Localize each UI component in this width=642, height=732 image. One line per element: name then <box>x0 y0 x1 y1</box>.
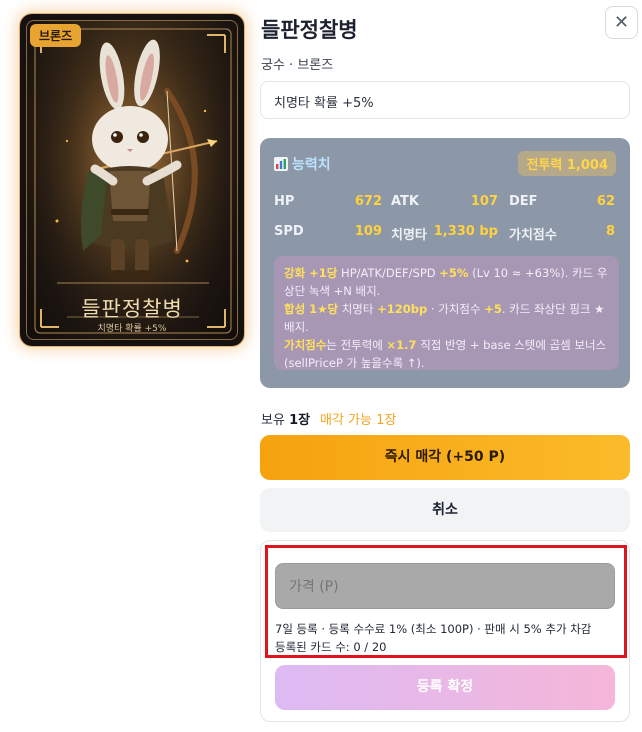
stat-value: 62 <box>596 194 615 209</box>
stat-label: 치명타 <box>391 228 427 243</box>
instant-sell-button[interactable]: 즉시 매각 (+50 P) <box>260 435 630 480</box>
stat-value: 109 <box>354 224 382 239</box>
sellable-count: 매각 가능 1장 <box>320 413 397 428</box>
stat-value: 1,330 bp <box>433 224 498 239</box>
listing-fee-note: 7일 등록 · 등록 수수료 1% (최소 100P) · 판매 시 5% 추가… <box>275 622 592 636</box>
rarity-badge: 브론즈 <box>30 24 82 47</box>
page-title: 들판정찰병 <box>261 18 358 42</box>
stat-value: 107 <box>470 194 498 209</box>
card-art-frame: 들판정찰병 치명타 확률 +5% <box>26 20 238 340</box>
stats-heading-label: 능력치 <box>292 157 331 173</box>
note-enhance: 강화 +1당 HP/ATK/DEF/SPD +5% (Lv 10 ≈ +63%)… <box>284 266 608 298</box>
close-icon: ✕ <box>613 12 630 33</box>
cancel-button[interactable]: 취소 <box>260 488 630 532</box>
card-image: 들판정찰병 치명타 확률 +5% 브론즈 <box>20 14 244 346</box>
note-fusion: 합성 1★당 치명타 +120bp · 가치점수 +5. 카드 좌상단 핑크 ★… <box>284 302 605 334</box>
stat-value: 8 <box>605 224 615 239</box>
stat-label: HP <box>274 194 295 209</box>
combat-power-badge: 전투력 1,004 <box>518 151 616 176</box>
stats-notes: 강화 +1당 HP/ATK/DEF/SPD +5% (Lv 10 ≈ +63%)… <box>274 256 619 370</box>
card-art-title: 들판정찰병 <box>81 297 183 321</box>
bar-chart-icon <box>274 157 288 171</box>
card-class-rarity: 궁수 · 브론즈 <box>261 58 334 73</box>
card-art-subtitle: 치명타 확률 +5% <box>97 324 167 334</box>
note-value-score: 가치점수는 전투력에 ×1.7 직접 반영 + base 스텟에 곱셈 보너스 … <box>284 338 607 370</box>
stats-heading: 능력치 <box>274 154 331 174</box>
listed-card-count: 등록된 카드 수: 0 / 20 <box>275 640 387 654</box>
stat-label: 가치점수 <box>509 228 557 243</box>
stat-label: DEF <box>509 194 538 209</box>
price-input[interactable]: 가격 (P) <box>275 563 615 609</box>
stats-panel: 능력치 전투력 1,004 HP 672 ATK 107 DEF 62 SPD … <box>260 138 630 388</box>
effect-description: 치명타 확률 +5% <box>260 81 630 119</box>
close-button[interactable]: ✕ <box>605 6 638 39</box>
confirm-listing-button[interactable]: 등록 확정 <box>275 665 615 710</box>
stat-value: 672 <box>354 194 382 209</box>
owned-count: 보유 1장 <box>261 413 311 428</box>
stat-label: ATK <box>391 194 419 209</box>
stat-label: SPD <box>274 224 304 239</box>
